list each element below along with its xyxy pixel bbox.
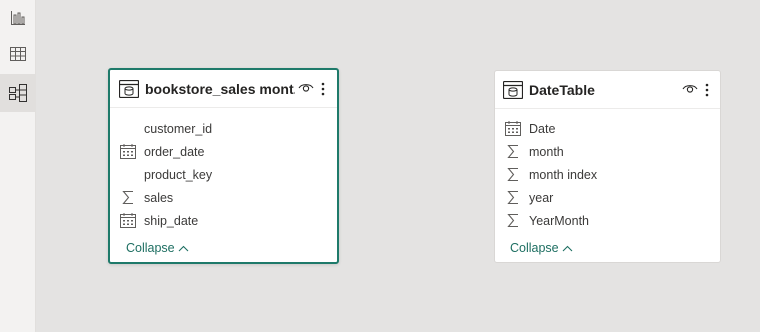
field-row-date[interactable]: Date [505, 119, 705, 139]
more-options-icon[interactable] [705, 83, 709, 97]
view-switcher-rail [0, 0, 36, 332]
field-label: Date [529, 122, 556, 136]
field-label: product_key [144, 168, 213, 182]
collapse-button[interactable]: Collapse [510, 241, 573, 255]
field-label: ship_date [144, 214, 199, 228]
calendar-icon [120, 213, 136, 228]
table-icon [503, 81, 523, 99]
field-row-ship-date[interactable]: ship_date [120, 211, 320, 231]
bar-chart-icon [11, 11, 25, 25]
field-row-customer-id[interactable]: customer_id [120, 119, 320, 139]
sigma-icon [122, 190, 133, 205]
field-label: year [529, 191, 554, 205]
collapse-button[interactable]: Collapse [126, 241, 189, 255]
field-row-product-key[interactable]: product_key [120, 165, 320, 185]
chevron-up-icon [562, 245, 573, 252]
sigma-icon [507, 213, 518, 228]
table-title: DateTable [529, 82, 595, 98]
field-row-month[interactable]: month [505, 142, 705, 162]
collapse-label: Collapse [510, 241, 559, 255]
data-view-button[interactable] [0, 36, 36, 72]
table-card-header[interactable]: DateTable [495, 71, 720, 109]
field-label: month index [529, 168, 598, 182]
table-title: bookstore_sales mont... [145, 81, 295, 97]
table-card-header[interactable]: bookstore_sales mont... [110, 70, 337, 108]
eye-icon[interactable] [682, 83, 698, 95]
calendar-icon [505, 121, 521, 136]
field-row-year[interactable]: year [505, 188, 705, 208]
field-row-order-date[interactable]: order_date [120, 142, 320, 162]
model-view-button[interactable] [0, 74, 36, 112]
eye-icon[interactable] [298, 82, 314, 94]
field-row-sales[interactable]: sales [120, 188, 320, 208]
collapse-label: Collapse [126, 241, 175, 255]
more-options-icon[interactable] [321, 82, 325, 96]
field-label: order_date [144, 145, 205, 159]
field-row-month-index[interactable]: month index [505, 165, 705, 185]
model-diagram-icon [9, 84, 27, 102]
table-card-bookstore-sales[interactable]: bookstore_sales mont... customer_id orde… [108, 68, 339, 264]
sigma-icon [507, 190, 518, 205]
table-card-datetable[interactable]: DateTable Date month month index year Ye… [494, 70, 721, 263]
chevron-up-icon [178, 245, 189, 252]
sigma-icon [507, 144, 518, 159]
table-grid-icon [10, 47, 26, 61]
field-label: customer_id [144, 122, 213, 136]
field-label: month [529, 145, 564, 159]
field-label: sales [144, 191, 174, 205]
calendar-icon [120, 144, 136, 159]
field-label: YearMonth [529, 214, 589, 228]
field-row-yearmonth[interactable]: YearMonth [505, 211, 705, 231]
table-icon [119, 80, 139, 98]
sigma-icon [507, 167, 518, 182]
report-view-button[interactable] [0, 0, 36, 36]
